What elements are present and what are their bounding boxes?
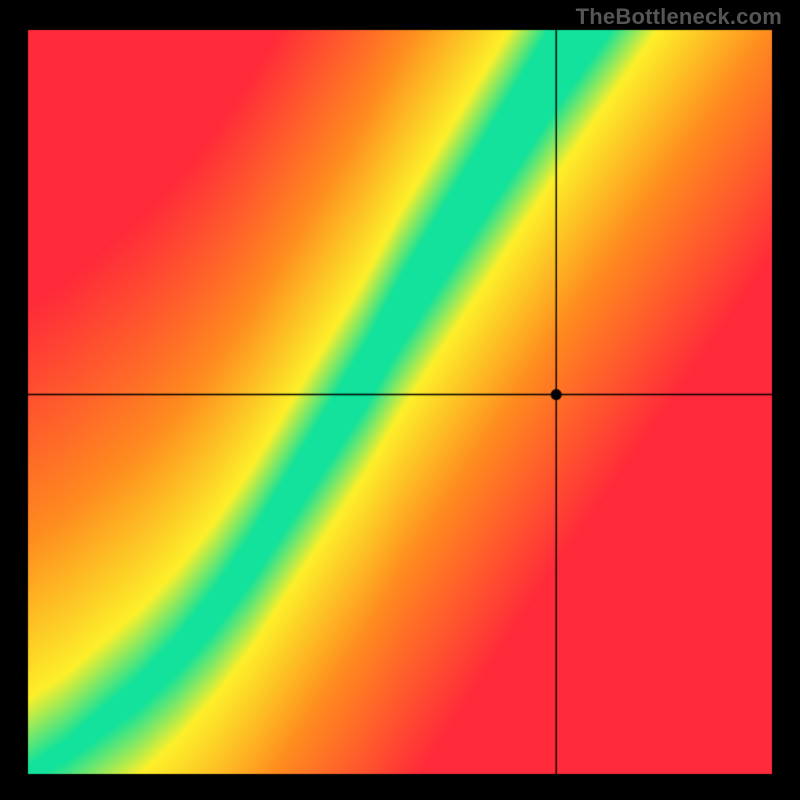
chart-container: TheBottleneck.com: [0, 0, 800, 800]
watermark-text: TheBottleneck.com: [576, 4, 782, 30]
bottleneck-heatmap: [0, 0, 800, 800]
